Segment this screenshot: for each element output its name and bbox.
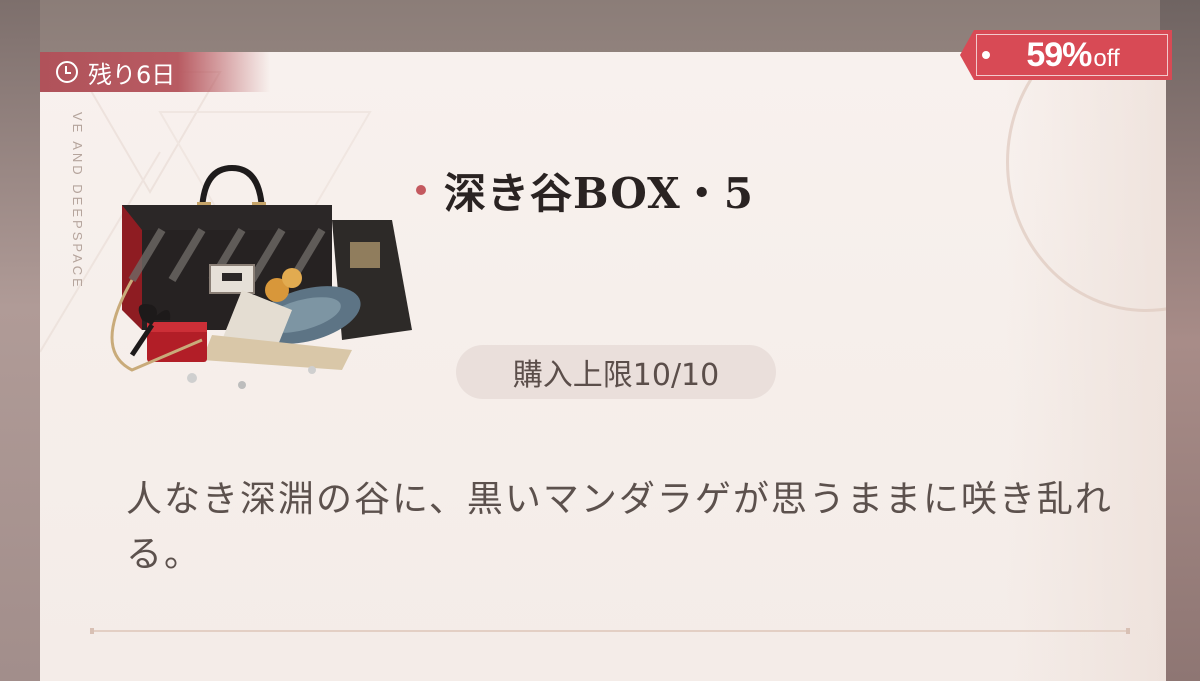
remaining-time-badge: 残り6日	[40, 52, 270, 92]
card-divider	[90, 628, 1130, 634]
background-right	[1160, 0, 1200, 681]
product-description: 人なき深淵の谷に、黒いマンダラゲが思うままに咲き乱れる。	[126, 479, 1113, 575]
decorative-vertical-text: VE AND DEEPSPACE	[70, 112, 85, 290]
title-bullet-icon	[416, 185, 426, 195]
discount-percent: 59%	[1026, 35, 1092, 74]
product-title: 深き谷BOX・5	[444, 168, 754, 218]
discount-badge: 59% off	[960, 30, 1172, 80]
gift-box-bundle-image[interactable]	[92, 160, 422, 410]
remaining-time-label: 残り6日	[88, 60, 176, 89]
purchase-limit-badge: 購入上限10/10	[456, 345, 776, 399]
clock-icon	[56, 61, 78, 83]
discount-suffix: off	[1093, 45, 1120, 72]
background-left	[0, 0, 40, 681]
product-title-row: 深き谷BOX・5	[416, 160, 754, 220]
discount-badge-dot	[982, 51, 990, 59]
